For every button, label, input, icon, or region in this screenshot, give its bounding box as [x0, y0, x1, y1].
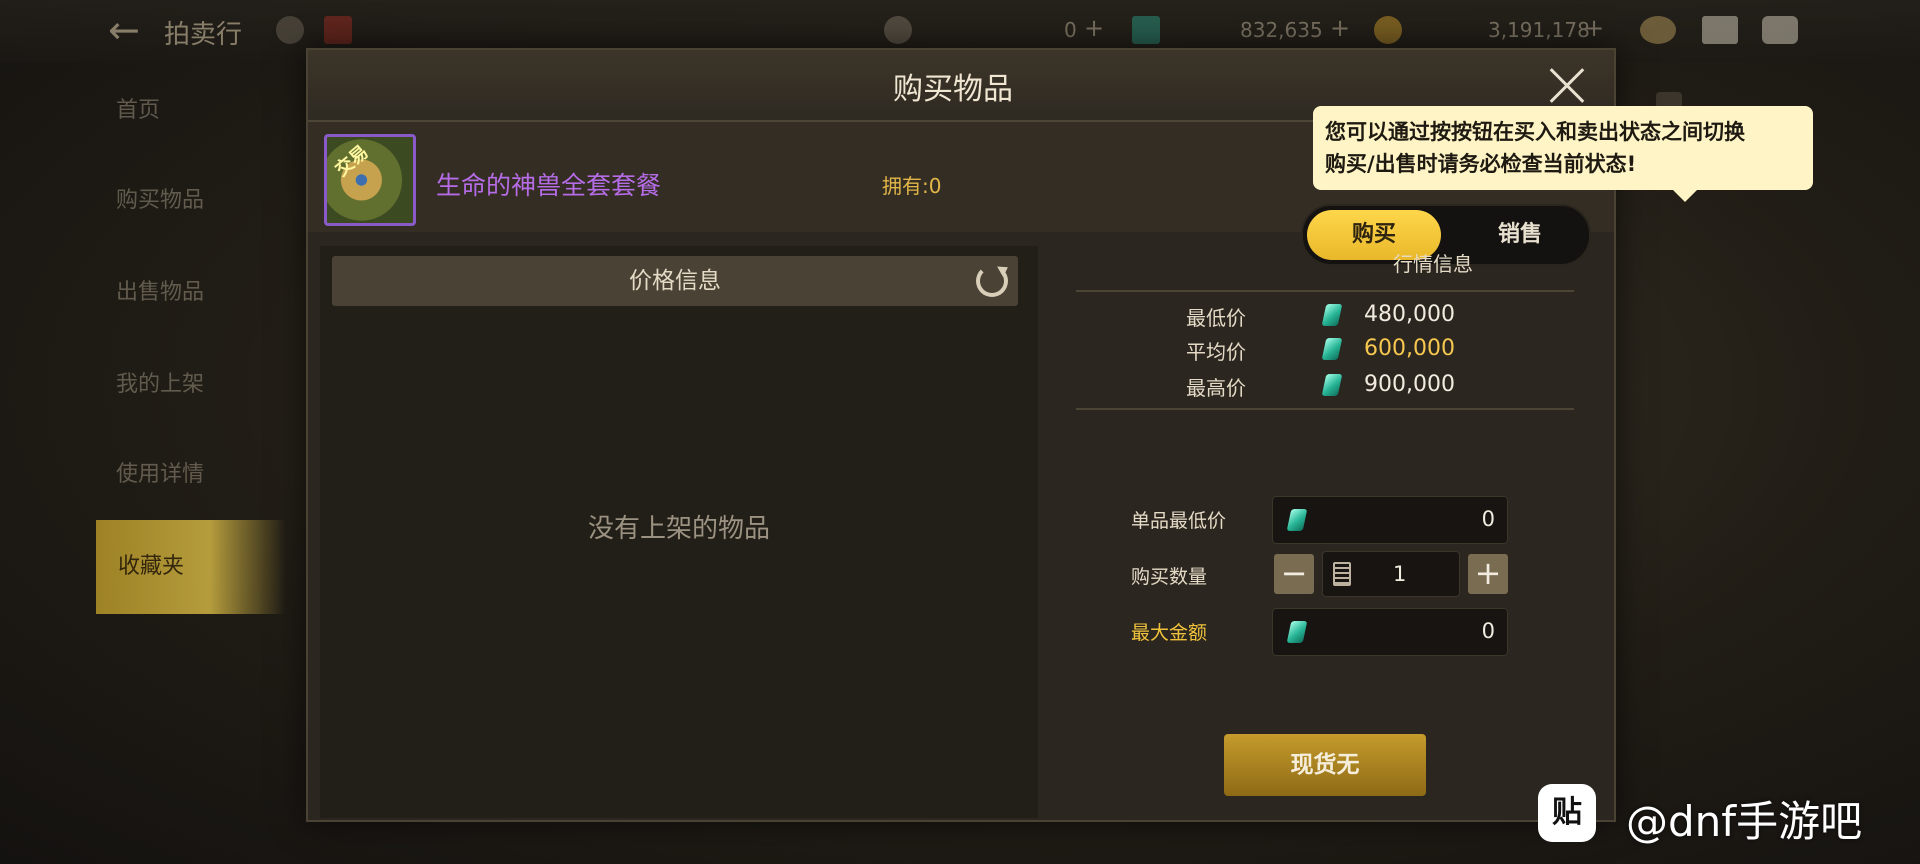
sidebar-item-favorites[interactable]: 收藏夹	[96, 520, 286, 614]
sidebar-item-home[interactable]: 首页	[116, 86, 276, 136]
min-unit-price-field[interactable]: 0	[1272, 496, 1508, 544]
gem-icon	[1286, 621, 1308, 643]
mail-icon[interactable]	[1702, 16, 1738, 44]
currency-moon-value: 0	[1064, 18, 1077, 42]
sidebar-item-usage-details[interactable]: 使用详情	[116, 450, 276, 500]
chat-icon[interactable]	[1762, 16, 1798, 44]
quantity-label: 购买数量	[1131, 566, 1208, 588]
max-price-label: 最高价	[1186, 376, 1246, 400]
add-moon-button[interactable]: +	[1084, 14, 1104, 42]
price-info-header: 价格信息	[332, 256, 1018, 306]
sidebar-item-buy[interactable]: 购买物品	[116, 176, 276, 226]
avg-price-value: 600,000	[1364, 336, 1455, 361]
dialog-title: 购买物品	[893, 72, 1013, 107]
divider	[1076, 290, 1574, 292]
min-unit-price-label: 单品最低价	[1131, 510, 1227, 532]
currency-gold-value: 3,191,178	[1488, 18, 1590, 42]
toggle-hint-tooltip: 您可以通过按按钮在买入和卖出状态之间切换 购买/出售时请务必检查当前状态!	[1313, 106, 1813, 202]
tieba-logo: 贴	[1538, 784, 1596, 842]
tooltip-line-2: 购买/出售时请务必检查当前状态!	[1325, 152, 1637, 176]
quantity-value: 1	[1393, 562, 1407, 586]
buy-item-dialog: 购买物品 交易 生命的神兽全套套餐 拥有:0 购买 销售 您可以通过按按钮在买入…	[306, 48, 1813, 822]
quantity-decrease-button[interactable]: −	[1274, 554, 1314, 594]
max-price-value: 900,000	[1364, 372, 1455, 397]
gem-icon	[1132, 16, 1160, 44]
back-arrow-icon[interactable]: ←	[108, 10, 152, 50]
watermark: 贴 @dnf手游吧	[1538, 782, 1898, 846]
refresh-icon[interactable]	[976, 265, 1008, 297]
gold-coin-icon	[1374, 16, 1402, 44]
min-price-value: 480,000	[1364, 302, 1455, 327]
max-total-field[interactable]: 0	[1272, 608, 1508, 656]
add-gem-button[interactable]: +	[1330, 14, 1350, 42]
gem-icon	[1321, 304, 1343, 326]
bag-icon[interactable]	[1640, 16, 1676, 44]
gem-icon	[1286, 509, 1308, 531]
empty-listing-message: 没有上架的物品	[587, 514, 770, 544]
item-thumbnail[interactable]: 交易	[324, 134, 416, 226]
quantity-field[interactable]: 1	[1322, 551, 1460, 597]
page-title: 拍卖行	[164, 20, 243, 50]
tooltip-line-1: 您可以通过按按钮在买入和卖出状态之间切换	[1325, 120, 1745, 144]
eye-icon[interactable]	[276, 16, 304, 44]
item-name: 生命的神兽全套套餐	[436, 171, 662, 200]
max-total-value: 0	[1481, 619, 1495, 643]
sidebar-item-my-listings[interactable]: 我的上架	[116, 360, 276, 410]
out-of-stock-button[interactable]: 现货无	[1224, 734, 1426, 796]
currency-gem-value: 832,635	[1240, 18, 1323, 42]
min-price-label: 最低价	[1186, 306, 1246, 330]
close-icon[interactable]	[1546, 64, 1588, 106]
divider	[1076, 408, 1574, 410]
price-info-panel: 价格信息 没有上架的物品	[320, 246, 1038, 818]
moon-coin-icon	[884, 16, 912, 44]
add-gold-button[interactable]: +	[1584, 14, 1604, 42]
sidebar-item-sell[interactable]: 出售物品	[116, 268, 276, 318]
quantity-increase-button[interactable]: +	[1468, 554, 1508, 594]
trade-badge: 交易	[331, 141, 373, 181]
min-unit-price-value: 0	[1481, 507, 1495, 531]
avg-price-label: 平均价	[1186, 340, 1246, 364]
max-total-label: 最大金额	[1131, 622, 1208, 644]
gem-icon	[1321, 338, 1343, 360]
watermark-text: @dnf手游吧	[1626, 797, 1863, 846]
market-info-title: 行情信息	[1393, 252, 1473, 276]
price-info-title: 价格信息	[629, 268, 721, 294]
owned-count: 拥有:0	[882, 174, 942, 198]
red-badge-icon[interactable]	[324, 16, 352, 44]
gem-icon	[1321, 374, 1343, 396]
calculator-icon[interactable]	[1333, 562, 1351, 586]
